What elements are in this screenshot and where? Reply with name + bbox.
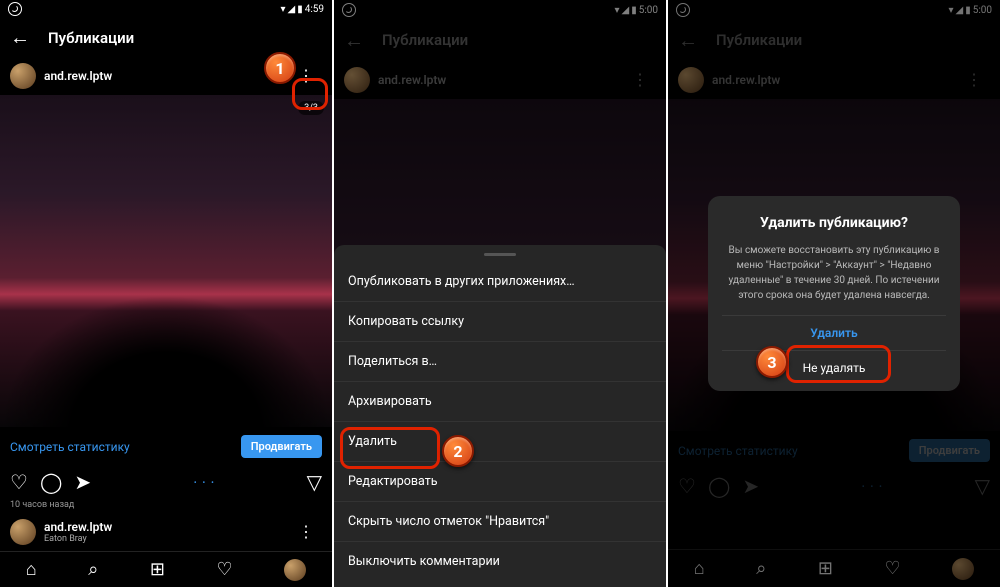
post-options-button[interactable]: ⋮	[290, 518, 322, 545]
bottom-nav: ⌂ ⌕ ⊞ ♡	[0, 551, 332, 587]
status-bar: ▾ ◢ ▮ 4:59	[0, 0, 332, 19]
dialog-backdrop[interactable]: Удалить публикацию? Вы сможете восстанов…	[668, 0, 1000, 587]
sheet-item-archive[interactable]: Архивировать	[334, 382, 666, 422]
status-time: 4:59	[305, 4, 324, 15]
next-post-author-row[interactable]: and.rew.lptw Eaton Bray ⋮	[0, 512, 332, 551]
battery-icon: ▮	[297, 4, 303, 15]
sheet-item-copy-link[interactable]: Копировать ссылку	[334, 302, 666, 342]
phone-screen-3: ▾ ◢ ▮ 5:00 ← Публикации and.rew.lptw ⋮ С…	[668, 0, 1000, 587]
carousel-dots: • • •	[103, 478, 307, 487]
add-post-icon[interactable]: ⊞	[150, 559, 165, 580]
back-arrow-icon[interactable]: ←	[10, 25, 30, 50]
header: ← Публикации	[0, 19, 332, 57]
username[interactable]: and.rew.lptw	[44, 520, 112, 534]
sheet-item-disable-comments[interactable]: Выключить комментарии	[334, 542, 666, 587]
bookmark-icon[interactable]: ▽	[307, 470, 322, 494]
sheet-item-hide-likes[interactable]: Скрыть число отметок "Нравится"	[334, 502, 666, 542]
sheet-item-share-to[interactable]: Поделиться в…	[334, 342, 666, 382]
phone-screen-2: ▾ ◢ ▮ 5:00 ← Публикации and.rew.lptw ⋮ О…	[334, 0, 666, 587]
username[interactable]: and.rew.lptw	[44, 69, 112, 83]
callout-badge-3: 3	[756, 346, 788, 378]
profile-icon[interactable]	[284, 559, 306, 581]
callout-badge-1: 1	[264, 52, 296, 84]
callout-badge-2: 2	[442, 435, 474, 467]
dialog-title: Удалить публикацию?	[722, 214, 946, 232]
highlight-box	[340, 427, 440, 469]
shazam-icon	[8, 2, 22, 16]
home-icon[interactable]: ⌂	[26, 559, 37, 580]
avatar[interactable]	[10, 519, 36, 545]
sheet-handle[interactable]	[484, 253, 516, 256]
promote-button[interactable]: Продвигать	[241, 435, 322, 458]
location[interactable]: Eaton Bray	[44, 534, 112, 544]
page-title: Публикации	[48, 29, 134, 47]
highlight-box	[292, 78, 328, 110]
signal-icon: ◢	[287, 4, 295, 15]
comment-icon[interactable]: ◯	[40, 470, 62, 494]
like-icon[interactable]: ♡	[10, 470, 28, 494]
phone-screen-1: ▾ ◢ ▮ 4:59 ← Публикации and.rew.lptw ⋮ 1…	[0, 0, 332, 587]
search-icon[interactable]: ⌕	[88, 559, 98, 580]
activity-icon[interactable]: ♡	[216, 559, 232, 580]
avatar[interactable]	[10, 63, 36, 89]
share-icon[interactable]: ➤	[74, 470, 91, 494]
dialog-body: Вы сможете восстановить эту публикацию в…	[722, 243, 946, 303]
wifi-icon: ▾	[280, 4, 285, 15]
highlight-box	[786, 345, 891, 383]
post-image[interactable]: 3/3	[0, 95, 332, 427]
action-row: ♡ ◯ ➤ • • • ▽	[0, 466, 332, 498]
post-time: 10 часов назад	[0, 498, 332, 512]
stats-row: Смотреть статистику Продвигать	[0, 427, 332, 466]
sheet-item-share-apps[interactable]: Опубликовать в других приложениях…	[334, 262, 666, 302]
view-stats-link[interactable]: Смотреть статистику	[10, 440, 130, 454]
bottom-sheet: Опубликовать в других приложениях… Копир…	[334, 245, 666, 587]
